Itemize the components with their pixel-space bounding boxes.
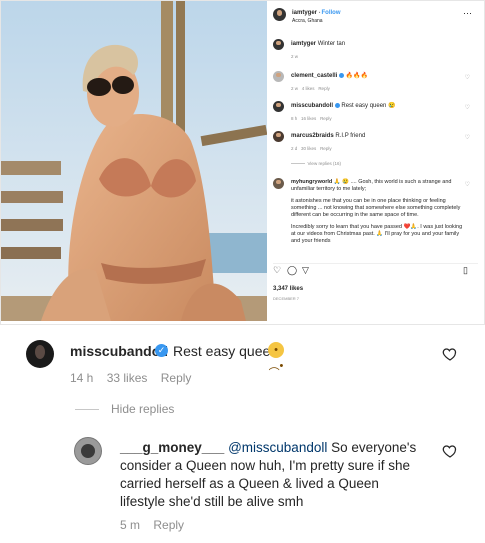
comment-text-continued: Incredibly sorry to learn that you have … bbox=[291, 224, 463, 244]
reply-meta: 5 m Reply bbox=[120, 518, 194, 532]
reply-button[interactable]: Reply bbox=[318, 86, 330, 91]
author-avatar[interactable] bbox=[273, 8, 286, 21]
comment-username[interactable]: myhungryworld bbox=[291, 179, 332, 185]
comment-text: 🔥🔥🔥 bbox=[345, 73, 369, 79]
hide-replies-button[interactable]: Hide replies bbox=[111, 402, 174, 416]
comment-avatar[interactable] bbox=[273, 131, 284, 142]
post-photo[interactable] bbox=[1, 1, 267, 321]
commenter-avatar[interactable] bbox=[26, 340, 54, 368]
post-header: iamtyger • Follow Accra, Ghana ⋯ bbox=[273, 7, 478, 27]
heart-icon[interactable]: ♡ bbox=[273, 266, 281, 275]
crying-emoji-icon: •︵• bbox=[268, 342, 284, 372]
hide-replies-line bbox=[75, 409, 99, 410]
post-sidebar: iamtyger • Follow Accra, Ghana ⋯ iamtyge… bbox=[269, 1, 482, 321]
divider bbox=[273, 263, 478, 264]
reply-button[interactable]: Reply bbox=[320, 116, 332, 121]
view-replies-button[interactable]: View replies (16) bbox=[308, 161, 341, 166]
post-actions: ♡ ◯ ▽ ▯ bbox=[273, 266, 478, 278]
comment-meta: 14 h 33 likes Reply bbox=[70, 371, 201, 385]
comment-age: 2 d bbox=[291, 146, 298, 151]
post-location[interactable]: Accra, Ghana bbox=[292, 17, 323, 25]
reply-comment: ___g_money___ @misscubandoll So everyone… bbox=[120, 439, 420, 511]
comment-avatar[interactable] bbox=[273, 178, 284, 189]
comment-avatar[interactable] bbox=[273, 101, 284, 112]
mention-link[interactable]: @misscubandoll bbox=[228, 440, 327, 455]
heart-icon[interactable] bbox=[442, 443, 458, 459]
caption-age: 2 w bbox=[291, 54, 299, 59]
comment-username[interactable]: marcus2braids bbox=[291, 133, 334, 139]
reply-age: 5 m bbox=[120, 518, 141, 532]
comment-likes[interactable]: 30 likes bbox=[301, 146, 316, 151]
comment-likes[interactable]: 16 likes bbox=[301, 116, 316, 121]
comment-username[interactable]: misscubandoll bbox=[70, 343, 168, 359]
replier-avatar[interactable] bbox=[74, 437, 102, 465]
heart-icon[interactable] bbox=[442, 346, 458, 362]
comment-avatar[interactable] bbox=[273, 71, 284, 82]
comment-text: Rest easy queen 😢 bbox=[341, 103, 396, 109]
comment-text: Rest easy queen bbox=[173, 343, 279, 359]
view-replies-line bbox=[291, 163, 305, 165]
beach-selfie-image bbox=[1, 1, 267, 321]
caption-avatar[interactable] bbox=[273, 39, 284, 50]
bookmark-icon[interactable]: ▯ bbox=[463, 266, 468, 275]
comment-age: 8 h bbox=[291, 116, 298, 121]
post-date: DECEMBER 7 bbox=[273, 296, 300, 301]
reply-button[interactable]: Reply bbox=[161, 371, 192, 385]
comment-likes[interactable]: 4 likes bbox=[302, 86, 315, 91]
comment-username[interactable]: misscubandoll bbox=[291, 103, 333, 109]
more-icon[interactable]: ⋯ bbox=[463, 9, 472, 18]
heart-icon[interactable]: ♡ bbox=[465, 104, 470, 112]
instagram-post: iamtyger • Follow Accra, Ghana ⋯ iamtyge… bbox=[0, 0, 485, 325]
reply-username[interactable]: ___g_money___ bbox=[120, 440, 224, 455]
author-username[interactable]: iamtyger bbox=[292, 10, 317, 16]
comment-icon[interactable]: ◯ bbox=[287, 266, 297, 275]
comment-likes[interactable]: 33 likes bbox=[107, 371, 148, 385]
caption-text: Winter tan bbox=[317, 41, 346, 47]
caption-username[interactable]: iamtyger bbox=[291, 41, 316, 47]
verified-icon: ✓ bbox=[155, 344, 168, 357]
heart-icon[interactable]: ♡ bbox=[465, 181, 470, 189]
verified-icon bbox=[339, 72, 345, 78]
heart-icon[interactable]: ♡ bbox=[465, 74, 470, 82]
heart-icon[interactable]: ♡ bbox=[465, 134, 470, 142]
likes-count[interactable]: 3,347 likes bbox=[273, 285, 303, 293]
follow-button[interactable]: Follow bbox=[322, 10, 341, 16]
comment-age: 2 w bbox=[291, 86, 299, 91]
comment-text-continued: it astonishes me that you can be in one … bbox=[291, 198, 461, 218]
comment-text: R.I.P friend bbox=[335, 133, 366, 139]
reply-button[interactable]: Reply bbox=[153, 518, 184, 532]
verified-icon bbox=[334, 102, 340, 108]
share-icon[interactable]: ▽ bbox=[302, 266, 309, 275]
reply-button[interactable]: Reply bbox=[320, 146, 332, 151]
comment-username[interactable]: clement_castelli bbox=[291, 73, 337, 79]
comment-age: 14 h bbox=[70, 371, 94, 385]
